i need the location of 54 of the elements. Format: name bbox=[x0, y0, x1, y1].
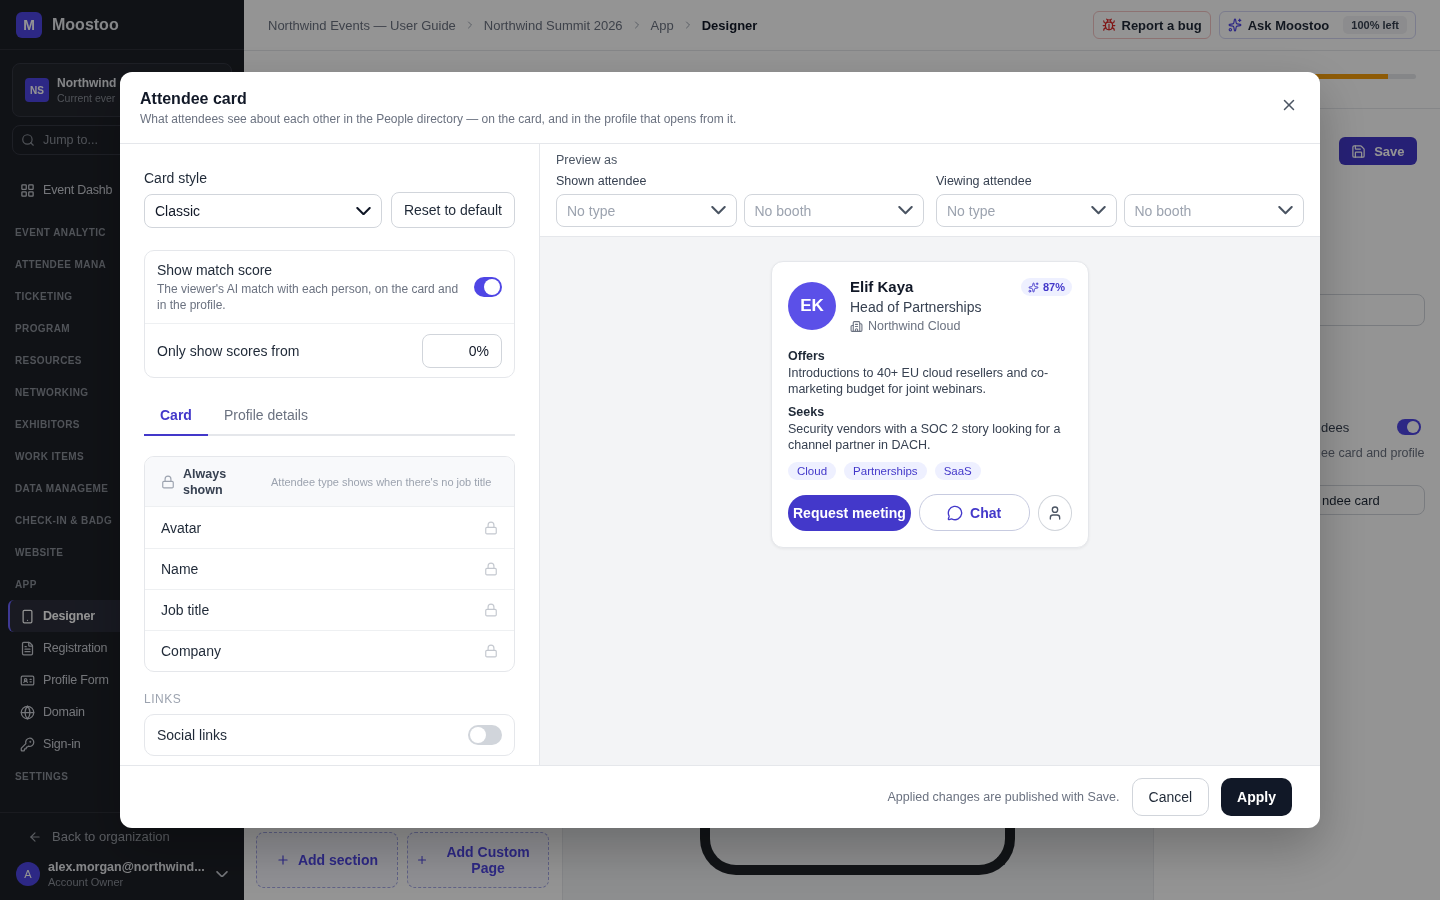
toggle-hint: ee card and profile bbox=[1321, 446, 1425, 460]
section-heading: Offers bbox=[788, 349, 826, 363]
field-name: Name bbox=[161, 561, 200, 577]
match-badge: 87% bbox=[1020, 278, 1072, 296]
tag: Partnerships bbox=[844, 462, 927, 480]
tag: Cloud bbox=[788, 462, 837, 480]
field-label: Shown attendee bbox=[556, 174, 648, 188]
event-subtitle: Current ever bbox=[57, 92, 117, 104]
setting-title: Social links bbox=[157, 727, 229, 743]
section-heading: EXHIBITORS bbox=[15, 417, 80, 432]
section-heading: LINKS bbox=[144, 692, 183, 706]
section-heading: CHECK-IN & BADG bbox=[15, 513, 113, 528]
section-heading: NETWORKING bbox=[15, 385, 89, 400]
setting-description: The viewer's AI match with each person, on the card and in the profile. bbox=[157, 280, 460, 313]
avatar: EK bbox=[788, 282, 836, 330]
company-name: Northwind Cloud bbox=[850, 319, 1007, 333]
account-email: alex.morgan@northwind... bbox=[48, 860, 206, 874]
field-name: Job title bbox=[161, 602, 211, 618]
toggle-label: dees bbox=[1321, 419, 1350, 435]
section-heading: PROGRAM bbox=[15, 321, 71, 336]
event-badge: NS bbox=[25, 78, 49, 102]
field-name: Company bbox=[161, 643, 222, 659]
section-text: Introductions to 40+ EU cloud resellers and co-marketing budget for joint webinars. bbox=[788, 365, 1050, 397]
account-role: Account Owner bbox=[48, 876, 125, 888]
section-heading: ATTENDEE MANA bbox=[15, 257, 107, 272]
section-heading: WEBSITE bbox=[15, 545, 64, 560]
tag: SaaS bbox=[934, 462, 981, 480]
account-avatar: A bbox=[16, 862, 40, 886]
section-text: Security vendors with a SOC 2 story looking for a channel partner in DACH. bbox=[788, 421, 1062, 453]
field-name: Avatar bbox=[161, 519, 203, 536]
section-heading: SETTINGS bbox=[15, 769, 69, 784]
section-heading: TICKETING bbox=[15, 289, 73, 304]
setting-title: Show match score bbox=[157, 261, 274, 278]
dialog-subtitle: What attendees see about each other in the People directory — on the card, and in the profile that opens from it. bbox=[140, 112, 738, 126]
setting-title: Only show scores from bbox=[157, 342, 301, 359]
field-label: Viewing attendee bbox=[936, 174, 1033, 188]
attendee-name: Elif Kaya bbox=[850, 278, 915, 295]
fields-hint: Attendee type shows when there's no job title bbox=[271, 474, 493, 490]
section-heading: RESOURCES bbox=[15, 353, 82, 368]
job-title: Head of Partnerships bbox=[850, 299, 983, 315]
logo: M bbox=[16, 11, 42, 38]
section-heading: WORK ITEMS bbox=[15, 449, 84, 464]
brand-name: Moostoo bbox=[52, 15, 119, 34]
quota-badge: 100% left bbox=[1343, 16, 1407, 34]
section-heading: Seeks bbox=[788, 405, 826, 419]
dialog-title: Attendee card bbox=[140, 90, 248, 108]
fields-header: Always shown bbox=[183, 465, 228, 498]
section-heading: DATA MANAGEME bbox=[15, 481, 109, 496]
section-heading: APP bbox=[15, 577, 37, 592]
field-label: Card style bbox=[144, 170, 209, 186]
event-name: Northwind bbox=[57, 76, 117, 90]
section-heading: EVENT ANALYTIC bbox=[15, 225, 106, 240]
preview-heading: Preview as bbox=[556, 153, 619, 167]
footer-note: Applied changes are published with Save. bbox=[887, 790, 1120, 804]
